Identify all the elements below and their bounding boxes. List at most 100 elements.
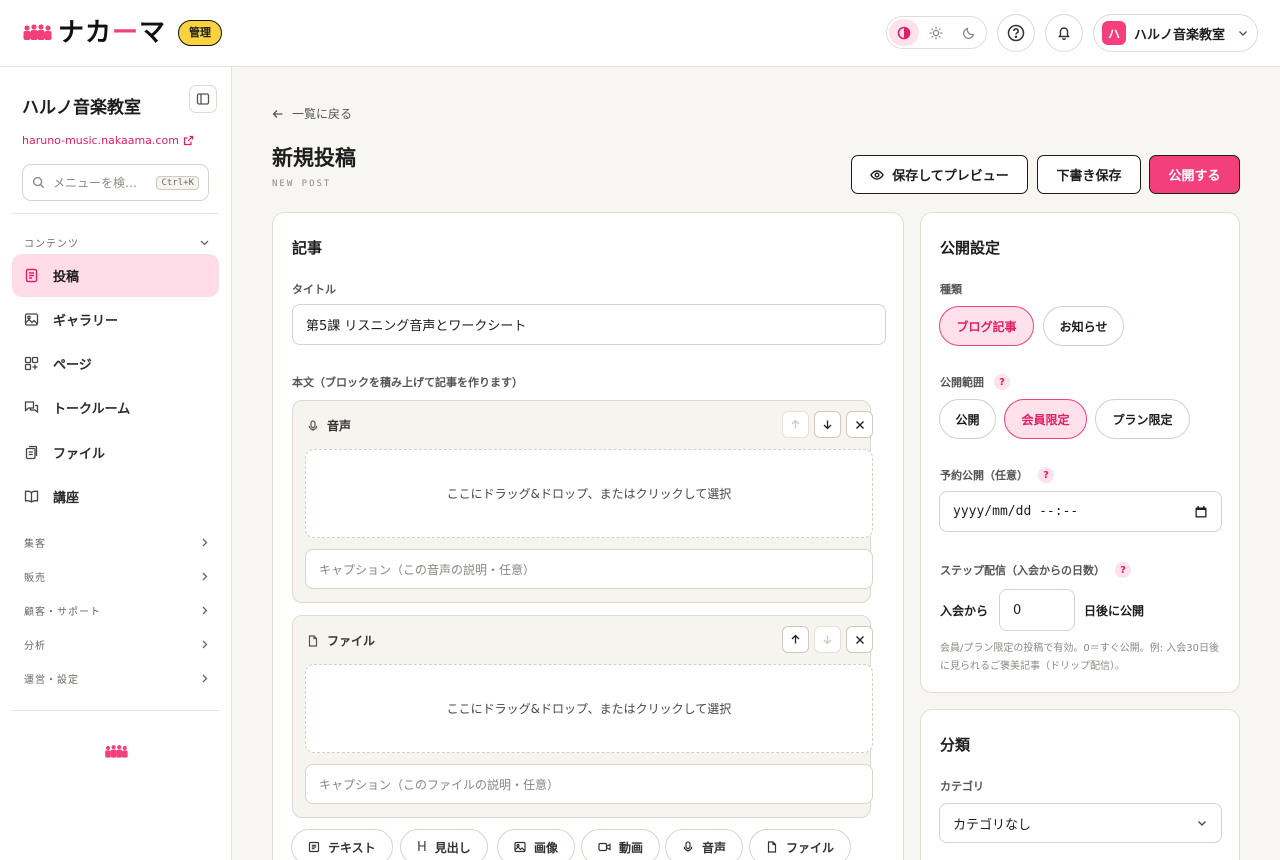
schedule-datetime-input[interactable]: yyyy/mm/dd --:-- bbox=[939, 491, 1222, 532]
sidebar-item-files[interactable]: ファイル bbox=[12, 431, 219, 474]
sidebar-collapse-button[interactable] bbox=[189, 85, 217, 113]
group-label: 分析 bbox=[24, 641, 46, 652]
chevron-down-icon bbox=[1239, 31, 1247, 36]
people-logo-icon bbox=[105, 745, 128, 758]
site-url: haruno-music.nakaama.com bbox=[22, 134, 179, 147]
visibility-option-members[interactable]: 会員限定 bbox=[1004, 399, 1087, 439]
back-to-list-link[interactable]: 一覧に戻る bbox=[272, 105, 352, 122]
group-analytics[interactable]: 分析 bbox=[24, 637, 210, 652]
remove-block-button[interactable] bbox=[846, 626, 873, 653]
title-input[interactable]: 第5課 リスニング音声とワークシート bbox=[292, 304, 886, 345]
heading-icon: H bbox=[417, 839, 427, 855]
group-contents[interactable]: コンテンツ bbox=[24, 235, 210, 250]
body-label: 本文（ブロックを積み上げて記事を作ります） bbox=[292, 376, 523, 389]
group-operations-settings[interactable]: 運営・設定 bbox=[24, 671, 210, 686]
file-caption-input[interactable]: キャプション（このファイルの説明・任意） bbox=[305, 764, 873, 804]
arrow-down-icon bbox=[823, 635, 832, 645]
add-audio-block-button[interactable]: 音声 bbox=[665, 829, 744, 860]
remove-block-button[interactable] bbox=[846, 411, 873, 438]
divider bbox=[12, 213, 219, 214]
theme-toggle bbox=[886, 16, 987, 49]
group-customer-support[interactable]: 顧客・サポート bbox=[24, 603, 210, 618]
help-button[interactable] bbox=[997, 14, 1035, 52]
move-up-button[interactable] bbox=[782, 626, 809, 653]
visibility-option-public[interactable]: 公開 bbox=[939, 399, 996, 439]
notifications-button[interactable] bbox=[1045, 14, 1083, 52]
people-logo-icon bbox=[23, 24, 52, 40]
group-label: コンテンツ bbox=[24, 239, 79, 250]
step-suffix: 日後に公開 bbox=[1084, 604, 1145, 618]
sun-icon[interactable] bbox=[921, 19, 951, 46]
site-url-link[interactable]: haruno-music.nakaama.com bbox=[22, 134, 194, 147]
sidebar-item-label: ファイル bbox=[53, 447, 106, 462]
publish-settings-heading: 公開設定 bbox=[940, 239, 1001, 257]
move-down-button[interactable] bbox=[814, 626, 841, 653]
file-dropzone[interactable]: ここにドラッグ&ドロップ、またはクリックして選択 bbox=[305, 664, 873, 753]
add-heading-block-button[interactable]: H 見出し bbox=[400, 829, 488, 860]
mic-icon bbox=[308, 419, 318, 431]
type-option-blog[interactable]: ブログ記事 bbox=[939, 306, 1034, 346]
label-text: ステップ配信（入会からの日数） bbox=[940, 564, 1105, 577]
sidebar-item-pages[interactable]: ページ bbox=[12, 342, 219, 385]
add-file-block-button[interactable]: ファイル bbox=[749, 829, 852, 860]
mic-icon bbox=[683, 841, 693, 852]
audio-block: 音声 ここにドラッグ&ドロップ、またはクリックして選択 キャプション（この音声の… bbox=[292, 400, 873, 603]
move-up-button[interactable] bbox=[782, 411, 809, 438]
group-sales[interactable]: 販売 bbox=[24, 569, 210, 584]
account-menu[interactable]: ハ ハルノ音楽教室 bbox=[1093, 14, 1258, 52]
question-icon bbox=[1007, 24, 1025, 42]
book-icon bbox=[24, 490, 39, 503]
add-video-block-button[interactable]: 動画 bbox=[581, 829, 661, 860]
account-avatar: ハ bbox=[1102, 21, 1126, 45]
article-heading: 記事 bbox=[292, 239, 323, 257]
publish-button[interactable]: 公開する bbox=[1149, 155, 1240, 194]
visibility-option-plan[interactable]: プラン限定 bbox=[1095, 399, 1190, 439]
category-select[interactable]: カテゴリなし bbox=[939, 803, 1222, 843]
close-icon bbox=[855, 635, 864, 644]
document-icon bbox=[25, 268, 38, 283]
group-label: 顧客・サポート bbox=[24, 607, 101, 618]
close-icon bbox=[855, 420, 864, 429]
schedule-label: 予約公開（任意） ? bbox=[940, 467, 1054, 483]
brand[interactable]: ナカーマ 管理 bbox=[22, 18, 223, 48]
help-icon[interactable]: ? bbox=[1115, 562, 1131, 578]
step-days-input[interactable]: 0 bbox=[999, 589, 1075, 631]
bell-icon bbox=[1058, 27, 1070, 41]
group-label: 運営・設定 bbox=[24, 675, 79, 686]
category-value: カテゴリなし bbox=[953, 817, 1032, 833]
visibility-label: 公開範囲 ? bbox=[940, 374, 1010, 390]
help-icon[interactable]: ? bbox=[994, 374, 1010, 390]
block-type-label: ファイル bbox=[327, 634, 376, 648]
external-link-icon bbox=[183, 135, 194, 146]
sidebar-item-gallery[interactable]: ギャラリー bbox=[12, 298, 219, 341]
add-text-block-button[interactable]: テキスト bbox=[291, 829, 393, 860]
admin-badge: 管理 bbox=[178, 20, 223, 46]
block-header: ファイル bbox=[307, 632, 375, 649]
audio-dropzone[interactable]: ここにドラッグ&ドロップ、またはクリックして選択 bbox=[305, 449, 873, 538]
sidebar-item-label: 投稿 bbox=[53, 270, 80, 285]
arrow-up-icon bbox=[791, 634, 800, 644]
files-icon bbox=[25, 445, 38, 460]
move-down-button[interactable] bbox=[814, 411, 841, 438]
menu-search[interactable]: メニューを検… Ctrl+K bbox=[22, 164, 209, 201]
search-input[interactable]: メニューを検… bbox=[53, 174, 148, 191]
help-icon[interactable]: ? bbox=[1038, 467, 1054, 483]
title-label: タイトル bbox=[292, 283, 336, 296]
calendar-icon[interactable] bbox=[1194, 505, 1208, 519]
contrast-icon[interactable] bbox=[889, 19, 920, 46]
chat-icon bbox=[24, 401, 39, 414]
chevron-right-icon bbox=[202, 572, 208, 581]
sidebar-item-courses[interactable]: 講座 bbox=[12, 475, 219, 518]
sidebar-item-posts[interactable]: 投稿 bbox=[12, 254, 219, 297]
type-option-news[interactable]: お知らせ bbox=[1043, 306, 1124, 346]
group-marketing[interactable]: 集客 bbox=[24, 535, 210, 550]
audio-caption-input[interactable]: キャプション（この音声の説明・任意） bbox=[305, 549, 873, 589]
moon-icon[interactable] bbox=[954, 19, 984, 46]
add-image-block-button[interactable]: 画像 bbox=[497, 829, 576, 860]
save-and-preview-button[interactable]: 保存してプレビュー bbox=[851, 155, 1028, 194]
sidebar-item-talkroom[interactable]: トークルーム bbox=[12, 386, 219, 429]
article-card: 記事 タイトル 第5課 リスニング音声とワークシート 本文（ブロックを積み上げて… bbox=[272, 212, 904, 860]
block-type-label: 音声 bbox=[327, 419, 352, 433]
save-draft-button[interactable]: 下書き保存 bbox=[1037, 155, 1141, 194]
layout-icon bbox=[24, 356, 39, 371]
